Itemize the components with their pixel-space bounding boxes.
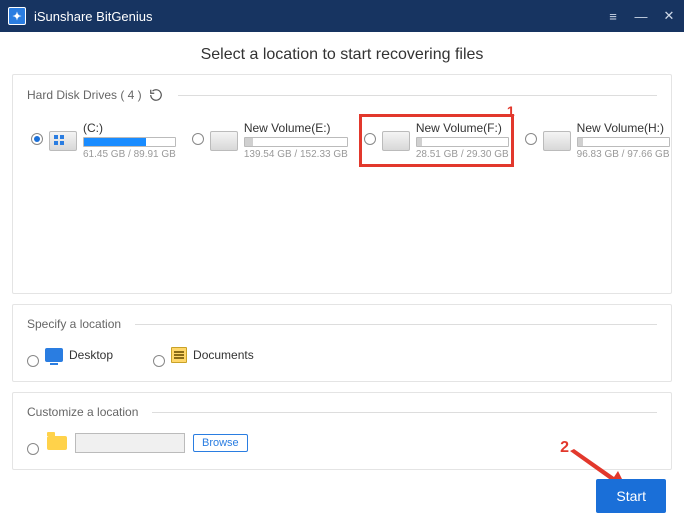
path-input[interactable]	[75, 433, 185, 453]
drive-e[interactable]: New Volume(E:) 139.54 GB / 152.33 GB	[188, 115, 352, 166]
window-controls: ≡ ― ✕	[606, 9, 676, 23]
folder-icon	[47, 436, 67, 450]
desktop-radio[interactable]	[27, 355, 39, 367]
close-icon[interactable]: ✕	[662, 9, 676, 23]
usage-bar	[83, 137, 176, 147]
drive-f[interactable]: 1 New Volume(F:) 28.51 GB / 29.30 GB	[360, 115, 513, 166]
drive-size: 61.45 GB / 89.91 GB	[83, 149, 176, 160]
drive-label: New Volume(H:)	[577, 121, 670, 135]
documents-icon	[171, 347, 187, 363]
location-row: Desktop Documents	[27, 343, 657, 367]
start-button[interactable]: Start	[596, 479, 666, 513]
specify-section-head: Specify a location	[27, 317, 657, 331]
drive-size: 28.51 GB / 29.30 GB	[416, 149, 509, 160]
browse-button[interactable]: Browse	[193, 434, 248, 452]
app-title: iSunshare BitGenius	[34, 9, 606, 24]
divider	[135, 324, 657, 325]
desktop-icon	[45, 348, 63, 362]
customize-section-head: Customize a location	[27, 405, 657, 419]
drive-icon	[49, 131, 77, 151]
drive-size: 96.83 GB / 97.66 GB	[577, 149, 670, 160]
drive-e-radio[interactable]	[192, 133, 204, 145]
documents-radio[interactable]	[153, 355, 165, 367]
minimize-icon[interactable]: ―	[634, 9, 648, 23]
drive-h[interactable]: New Volume(H:) 96.83 GB / 97.66 GB	[521, 115, 674, 166]
desktop-label: Desktop	[69, 348, 113, 362]
divider	[152, 412, 657, 413]
drive-row: (C:) 61.45 GB / 89.91 GB New Volume(E:) …	[27, 115, 657, 166]
annotation-1: 1	[507, 103, 515, 119]
drive-c[interactable]: (C:) 61.45 GB / 89.91 GB	[27, 115, 180, 166]
location-documents[interactable]: Documents	[153, 343, 254, 367]
refresh-icon[interactable]	[148, 87, 164, 103]
custom-path-radio[interactable]	[27, 443, 39, 455]
page-title: Select a location to start recovering fi…	[0, 32, 684, 74]
drive-icon	[382, 131, 410, 151]
drive-icon	[210, 131, 238, 151]
usage-bar	[244, 137, 348, 147]
drive-label: New Volume(E:)	[244, 121, 348, 135]
drive-icon	[543, 131, 571, 151]
drive-info: (C:) 61.45 GB / 89.91 GB	[83, 121, 176, 160]
drive-f-radio[interactable]	[364, 133, 376, 145]
specify-panel: Specify a location Desktop Documents	[12, 304, 672, 382]
drive-size: 139.54 GB / 152.33 GB	[244, 149, 348, 160]
drive-c-radio[interactable]	[31, 133, 43, 145]
divider	[178, 95, 657, 96]
drives-section-label: Hard Disk Drives ( 4 )	[27, 88, 142, 102]
menu-icon[interactable]: ≡	[606, 9, 620, 23]
titlebar: ✦ iSunshare BitGenius ≡ ― ✕	[0, 0, 684, 32]
location-desktop[interactable]: Desktop	[27, 343, 113, 367]
customize-panel: Customize a location Browse	[12, 392, 672, 470]
drives-section-head: Hard Disk Drives ( 4 )	[27, 87, 657, 103]
app-logo-icon: ✦	[8, 7, 26, 25]
drive-h-radio[interactable]	[525, 133, 537, 145]
drive-label: New Volume(F:)	[416, 121, 509, 135]
drives-panel: Hard Disk Drives ( 4 ) (C:) 61.45 GB / 8…	[12, 74, 672, 294]
drive-info: New Volume(E:) 139.54 GB / 152.33 GB	[244, 121, 348, 160]
usage-bar	[577, 137, 670, 147]
customize-section-label: Customize a location	[27, 405, 138, 419]
drive-info: New Volume(F:) 28.51 GB / 29.30 GB	[416, 121, 509, 160]
annotation-2: 2	[560, 439, 569, 457]
documents-label: Documents	[193, 348, 254, 362]
usage-bar	[416, 137, 509, 147]
drive-label: (C:)	[83, 121, 176, 135]
specify-section-label: Specify a location	[27, 317, 121, 331]
drive-info: New Volume(H:) 96.83 GB / 97.66 GB	[577, 121, 670, 160]
